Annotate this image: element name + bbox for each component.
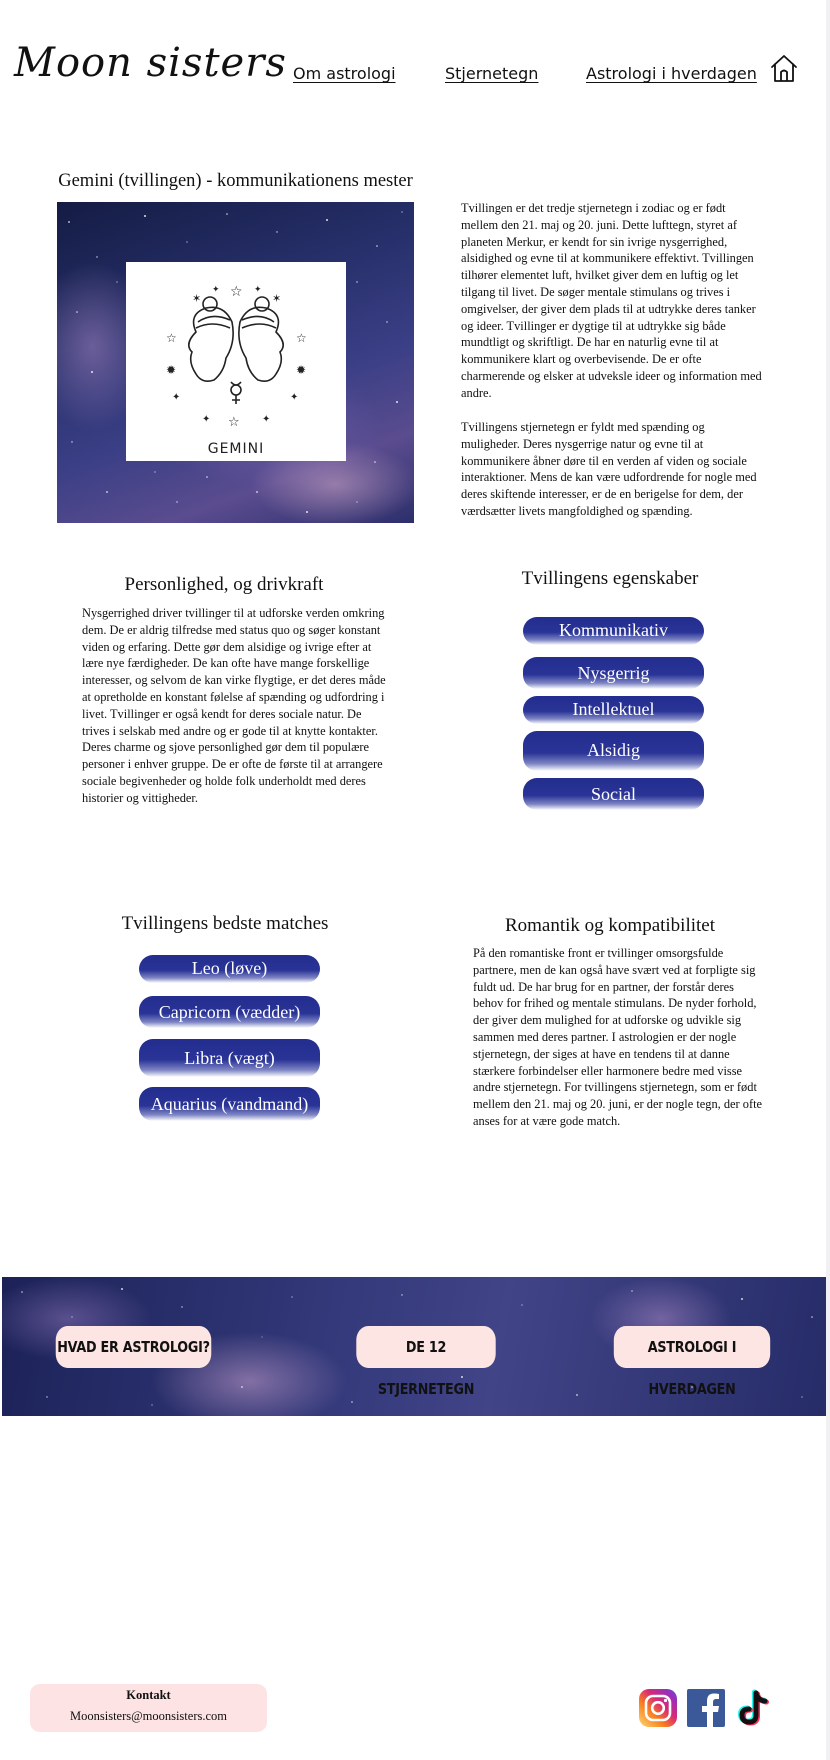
personality-title: Personlighed, og drivkraft [124, 574, 324, 595]
gemini-twins-icon: ☆ ✶ ✶ ☆ ☆ ✹ ✹ ✦ ✦ ✦ ☆ ✦ ✦ ✦ [166, 284, 307, 430]
svg-text:☆: ☆ [166, 331, 177, 345]
match-pill-capricorn[interactable]: Capricorn (vædder) [139, 996, 320, 1028]
svg-text:✦: ✦ [254, 285, 262, 295]
svg-text:✦: ✦ [290, 392, 298, 403]
match-pill-leo[interactable]: Leo (løve) [139, 955, 320, 983]
contact-title: Kontakt [126, 1688, 171, 1702]
traits-title: Tvillingens egenskaber [521, 568, 699, 589]
gemini-zodiac-illustration: ☆ ✶ ✶ ☆ ☆ ✹ ✹ ✦ ✦ ✦ ☆ ✦ ✦ ✦ GEMINI [126, 262, 346, 461]
intro-title: Gemini (tvillingen) - kommunikationens m… [58, 171, 413, 191]
romance-text: På den romantiske front er tvillinger om… [473, 946, 763, 1128]
svg-text:✹: ✹ [296, 363, 306, 377]
trait-pill-social[interactable]: Social [523, 778, 704, 810]
trait-pill-kommunikativ[interactable]: Kommunikativ [523, 617, 704, 645]
svg-text:✦: ✦ [172, 392, 180, 403]
gemini-caption: GEMINI [207, 441, 265, 457]
nav-link-astrologi-i-hverdagen[interactable]: Astrologi i hverdagen [586, 64, 757, 83]
nav-link-om-astrologi[interactable]: Om astrologi [293, 64, 396, 83]
gemini-hero-image: ☆ ✶ ✶ ☆ ☆ ✹ ✹ ✦ ✦ ✦ ☆ ✦ ✦ ✦ GEMINI [57, 202, 414, 523]
banner-button-astrologi-i-hverdagen[interactable]: ASTROLOGI I HVERDAGEN [613, 1326, 771, 1398]
intro-text-1: Tvillingen er det tredje stjernetegn i z… [461, 201, 762, 400]
facebook-icon[interactable] [686, 1688, 726, 1728]
svg-text:☆: ☆ [230, 284, 243, 300]
match-pill-aquarius[interactable]: Aquarius (vandmand) [139, 1087, 320, 1121]
nav-banner: HVAD ER ASTROLOGI? DE 12 STJERNETEGN AST… [2, 1277, 826, 1416]
svg-text:☆: ☆ [228, 415, 240, 430]
svg-text:✶: ✶ [272, 292, 281, 305]
svg-text:✶: ✶ [192, 292, 201, 305]
site-logo[interactable]: Moon sisters [14, 40, 287, 86]
svg-text:☆: ☆ [296, 331, 307, 345]
svg-text:✦: ✦ [212, 285, 220, 295]
contact-box: Kontakt Moonsisters@moonsisters.com [30, 1684, 267, 1732]
romance-title: Romantik og kompatibilitet [504, 915, 716, 936]
svg-text:✦: ✦ [202, 414, 210, 425]
banner-button-de-12-stjernetegn[interactable]: DE 12 STJERNETEGN [356, 1326, 496, 1398]
nav-link-stjernetegn[interactable]: Stjernetegn [445, 64, 538, 83]
intro-text-2: Tvillingens stjernetegn er fyldt med spæ… [461, 420, 757, 518]
match-pill-libra[interactable]: Libra (vægt) [139, 1039, 320, 1077]
personality-text: Nysgerrighed driver tvillinger til at ud… [82, 606, 386, 805]
trait-pill-intellektuel[interactable]: Intellektuel [523, 696, 704, 724]
trait-pill-nysgerrig[interactable]: Nysgerrig [523, 657, 704, 689]
home-icon[interactable] [768, 52, 800, 84]
tiktok-icon[interactable] [734, 1688, 774, 1728]
trait-pill-alsidig[interactable]: Alsidig [523, 731, 704, 771]
matches-title: Tvillingens bedste matches [121, 913, 329, 934]
contact-email[interactable]: Moonsisters@moonsisters.com [30, 1709, 267, 1724]
svg-text:✦: ✦ [262, 414, 270, 425]
instagram-icon[interactable] [638, 1688, 678, 1728]
page: Moon sisters Om astrologi Stjernetegn As… [0, 0, 826, 1760]
banner-button-hvad-er-astrologi[interactable]: HVAD ER ASTROLOGI? [55, 1326, 212, 1368]
svg-text:✹: ✹ [166, 363, 176, 377]
